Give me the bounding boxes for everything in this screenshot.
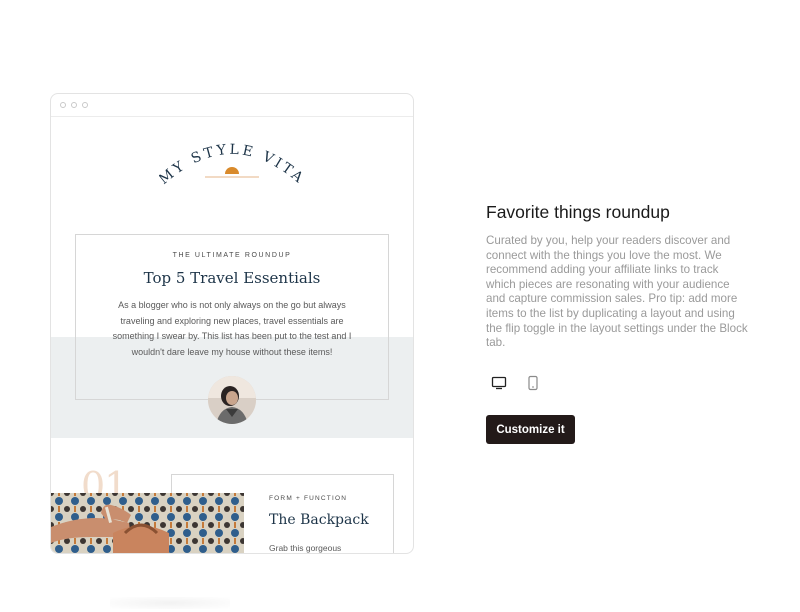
sun-icon — [225, 167, 239, 174]
desktop-view-toggle[interactable] — [490, 374, 508, 392]
decorative-shadow — [110, 597, 230, 609]
item-body: Grab this gorgeous — [269, 543, 342, 553]
roundup-title: Top 5 Travel Essentials — [143, 269, 321, 287]
mobile-icon — [528, 375, 538, 391]
template-preview-window: MY STYLE VITA The Ultimate Roundup Top 5… — [50, 93, 414, 554]
svg-text:MY STYLE VITA: MY STYLE VITA — [159, 142, 305, 188]
avatar-photo — [208, 376, 256, 424]
roundup-eyebrow: The Ultimate Roundup — [172, 252, 292, 259]
window-dot-icon — [82, 102, 88, 108]
customize-button[interactable]: Customize it — [486, 415, 575, 444]
template-info-panel: Favorite things roundup Curated by you, … — [486, 200, 751, 351]
window-dot-icon — [60, 102, 66, 108]
window-dot-icon — [71, 102, 77, 108]
desktop-icon — [491, 376, 507, 390]
avatar — [208, 376, 256, 424]
logo-text: MY STYLE VITA — [159, 142, 305, 188]
item-title: The Backpack — [269, 512, 369, 528]
item-photo — [51, 493, 244, 553]
window-chrome — [51, 94, 413, 117]
roundup-body: As a blogger who is not only always on t… — [112, 300, 352, 357]
template-heading: Favorite things roundup — [486, 202, 670, 222]
backpack-photo — [51, 493, 244, 553]
mobile-view-toggle[interactable] — [524, 374, 542, 392]
template-description: Curated by you, help your readers discov… — [486, 234, 748, 350]
preview-canvas: MY STYLE VITA The Ultimate Roundup Top 5… — [51, 118, 413, 553]
item-eyebrow: Form + Function — [269, 495, 348, 502]
brand-logo: MY STYLE VITA — [159, 142, 305, 188]
